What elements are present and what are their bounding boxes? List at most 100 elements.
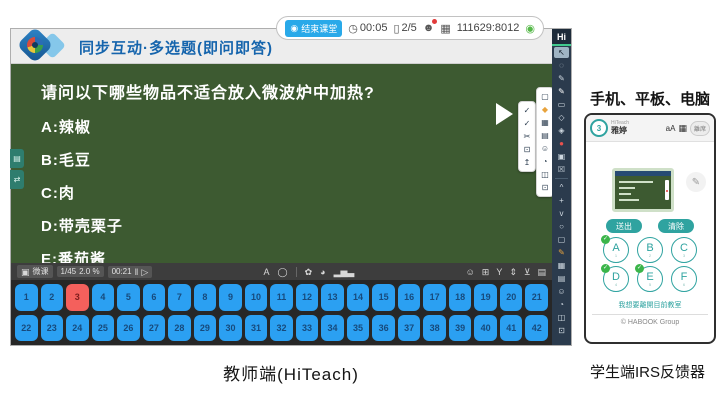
timer-icon[interactable]: ◔	[554, 299, 569, 310]
seat-button[interactable]: 19	[474, 284, 497, 311]
pen-icon[interactable]: ✎	[554, 86, 569, 97]
task-clipboard-button[interactable]: ✎	[686, 172, 706, 192]
option-button-e[interactable]: E5✓	[637, 266, 663, 292]
laser-icon[interactable]: ●	[554, 138, 569, 149]
qr-scan-icon[interactable]: ▦	[678, 123, 687, 134]
panel-icon[interactable]: ▤	[537, 267, 546, 277]
option-button-b[interactable]: B2	[637, 237, 663, 263]
seat-button[interactable]: 9	[219, 284, 242, 311]
seat-button[interactable]: 18	[449, 284, 472, 311]
pause-icon[interactable]: ‖	[135, 267, 139, 277]
seat-button[interactable]: 26	[117, 315, 140, 342]
lasso-icon[interactable]: ◌	[554, 60, 569, 71]
seat-button[interactable]: 40	[474, 315, 497, 342]
cut-icon[interactable]: ✂	[521, 131, 533, 142]
seat-button[interactable]: 33	[296, 315, 319, 342]
option-button-c[interactable]: C3	[671, 237, 697, 263]
calculator-icon[interactable]: ▦	[539, 117, 551, 128]
submit-button[interactable]: 送出	[606, 219, 642, 233]
person-icon[interactable]: ☺	[554, 286, 569, 297]
seat-button[interactable]: 1	[15, 284, 38, 311]
page-up-icon[interactable]: ^	[554, 182, 569, 193]
timer-icon[interactable]: ◔	[539, 156, 551, 167]
fill-icon[interactable]: ◈	[554, 125, 569, 136]
end-class-button[interactable]: ◉ 结束课堂	[285, 20, 342, 37]
submit-check-icon[interactable]: ⊻	[524, 267, 531, 277]
seat-button[interactable]: 28	[168, 315, 191, 342]
seat-button[interactable]: 22	[15, 315, 38, 342]
pie-chart-icon[interactable]: ◕	[320, 267, 325, 277]
participants-icon[interactable]: ☺	[466, 267, 475, 277]
font-size-button[interactable]: aA	[666, 124, 676, 133]
export-icon[interactable]: ↥	[521, 157, 533, 168]
switch-tab-icon[interactable]: ⇄	[10, 170, 24, 189]
shapes-icon[interactable]: ◇	[554, 112, 569, 123]
screenshot-icon[interactable]: ⊡	[521, 144, 533, 155]
lock-icon[interactable]: ▣	[554, 151, 569, 162]
seat-button[interactable]: 34	[321, 315, 344, 342]
image-icon[interactable]: ◫	[554, 312, 569, 323]
seat-button[interactable]: 23	[41, 315, 64, 342]
grid-view-icon[interactable]: ⊞	[482, 267, 490, 277]
seat-button[interactable]: 24	[66, 315, 89, 342]
play-icon[interactable]: ▷	[141, 267, 148, 277]
highlighter-icon[interactable]: ✎	[554, 247, 569, 258]
eraser-icon[interactable]: ▭	[554, 99, 569, 110]
seat-button[interactable]: 5	[117, 284, 140, 311]
seat-button[interactable]: 27	[143, 315, 166, 342]
seat-button[interactable]: 31	[245, 315, 268, 342]
qr-code-icon[interactable]: ▦	[440, 22, 450, 35]
leave-seat-button[interactable]: 離席	[690, 121, 710, 136]
leave-classroom-link[interactable]: 我想要離開目前教室	[586, 300, 714, 310]
pages-tab-icon[interactable]: ▤	[10, 149, 24, 168]
seat-button[interactable]: 12	[296, 284, 319, 311]
seat-button[interactable]: 37	[398, 315, 421, 342]
seat-button[interactable]: 11	[270, 284, 293, 311]
trash-icon[interactable]: ☒	[554, 164, 569, 175]
clear-button[interactable]: 清除	[658, 219, 694, 233]
cursor-icon[interactable]: ↖	[554, 47, 569, 58]
scoreboard-icon[interactable]: ▤	[554, 273, 569, 284]
answer-display-icon[interactable]: A	[263, 267, 269, 277]
seat-button[interactable]: 7	[168, 284, 191, 311]
hierarchy-icon[interactable]: Y	[496, 267, 502, 277]
add-page-icon[interactable]: +	[554, 195, 569, 206]
play-pointer-icon[interactable]	[496, 103, 513, 125]
seat-button[interactable]: 38	[423, 315, 446, 342]
seat-button[interactable]: 17	[423, 284, 446, 311]
members-button[interactable]: ☻	[423, 22, 435, 34]
frame-icon[interactable]: ⊡	[554, 325, 569, 336]
seat-button[interactable]: 39	[449, 315, 472, 342]
option-button-a[interactable]: A1✓	[603, 237, 629, 263]
seat-button[interactable]: 16	[398, 284, 421, 311]
person-icon[interactable]: ☺	[539, 143, 551, 154]
double-check-icon[interactable]: ✓	[521, 118, 533, 129]
pencil-icon[interactable]: ✎	[554, 73, 569, 84]
seat-button[interactable]: 36	[372, 315, 395, 342]
option-button-d[interactable]: D4✓	[603, 266, 629, 292]
pick-icon[interactable]: ✿	[305, 267, 313, 277]
seat-button[interactable]: 42	[525, 315, 548, 342]
copy-page-icon[interactable]: ▢	[554, 234, 569, 245]
seat-button[interactable]: 29	[194, 315, 217, 342]
seat-button[interactable]: 20	[500, 284, 523, 311]
grid-icon[interactable]: ▦	[554, 260, 569, 271]
frame-icon[interactable]: ⊡	[539, 182, 551, 193]
seat-button[interactable]: 35	[347, 315, 370, 342]
seat-button[interactable]: 30	[219, 315, 242, 342]
seat-button[interactable]: 15	[372, 284, 395, 311]
check-icon[interactable]: ✓	[521, 105, 533, 116]
seat-button[interactable]: 2	[41, 284, 64, 311]
dice-icon[interactable]: ◆	[539, 104, 551, 115]
redo-icon[interactable]: ◯	[278, 267, 288, 277]
zoom-icon[interactable]: ○	[554, 221, 569, 232]
seat-button[interactable]: 8	[194, 284, 217, 311]
image-icon[interactable]: ◫	[539, 169, 551, 180]
page-down-icon[interactable]: v	[554, 208, 569, 219]
scoreboard-icon[interactable]: ▤	[539, 130, 551, 141]
seat-button[interactable]: 14	[347, 284, 370, 311]
seat-button[interactable]: 25	[92, 315, 115, 342]
seat-button[interactable]: 3	[66, 284, 89, 311]
sort-icon[interactable]: ⇕	[509, 267, 517, 277]
hiteach-badge[interactable]: Hi	[552, 29, 571, 46]
